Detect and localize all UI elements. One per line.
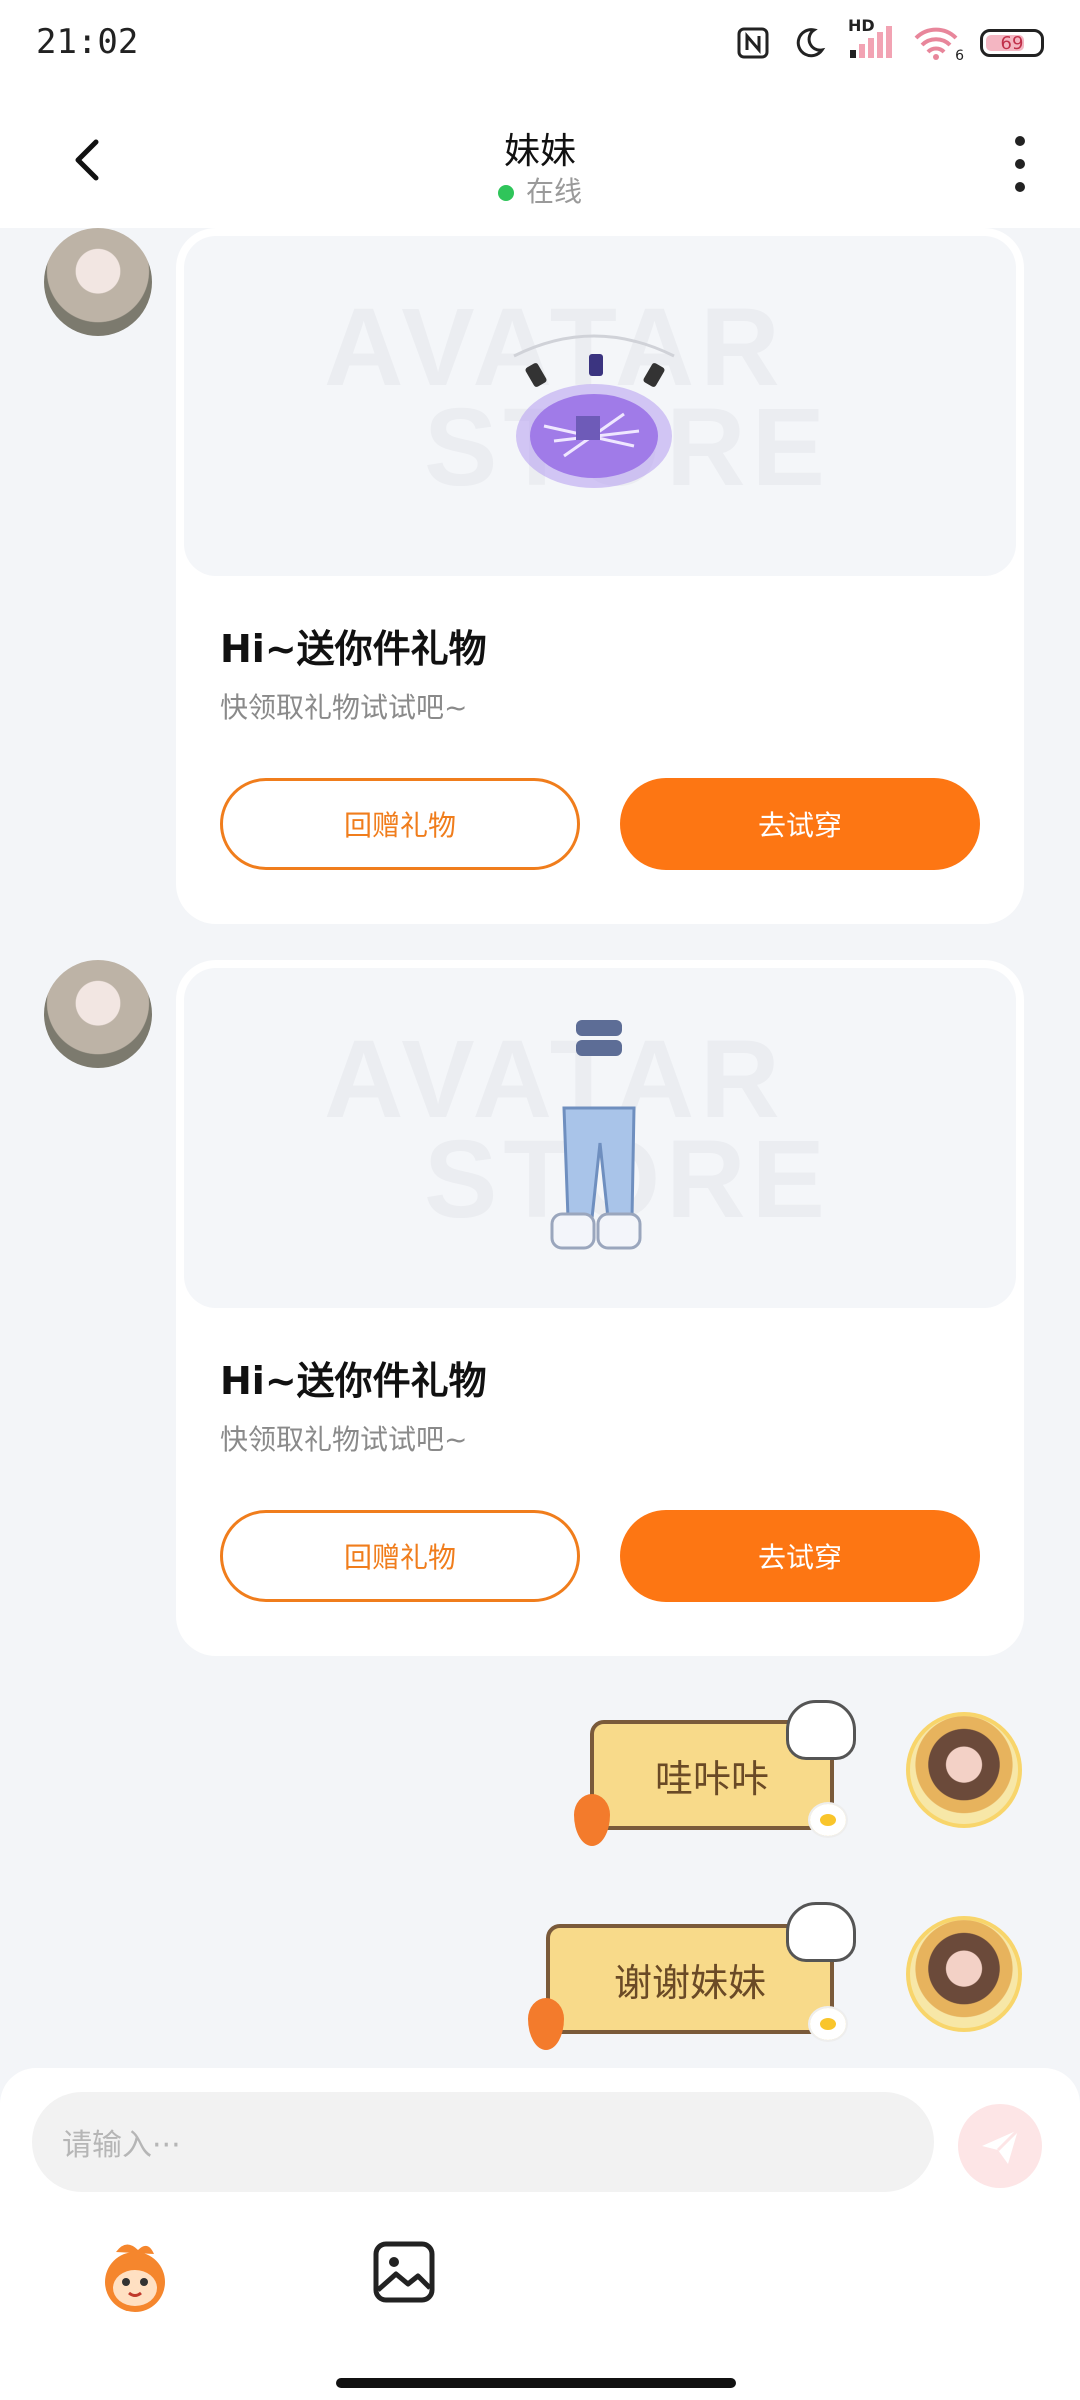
wifi-icon: 6 bbox=[914, 26, 964, 64]
moon-icon bbox=[792, 26, 826, 60]
contact-avatar[interactable] bbox=[44, 960, 152, 1068]
gift-preview[interactable]: AVATAR STORE bbox=[184, 236, 1016, 576]
network-label: HD bbox=[848, 16, 875, 35]
composer-bar: 请输入··· bbox=[0, 2068, 1080, 2400]
nfc-icon bbox=[736, 26, 770, 60]
gift-title: Hi~送你件礼物 bbox=[220, 1359, 487, 1403]
battery-level: 69 bbox=[1000, 32, 1024, 54]
cat-sticker-icon bbox=[786, 1902, 856, 1962]
try-on-button[interactable]: 去试穿 bbox=[620, 1510, 980, 1602]
egg-sticker-icon bbox=[808, 1802, 848, 1838]
status-bar: 21:02 HD 6 69 bbox=[0, 0, 1080, 96]
carrot-sticker-icon bbox=[574, 1794, 610, 1846]
my-avatar[interactable] bbox=[906, 1712, 1022, 1828]
return-gift-button[interactable]: 回赠礼物 bbox=[220, 1510, 580, 1602]
gift-item-image bbox=[550, 1020, 642, 1250]
cat-sticker-icon bbox=[786, 1700, 856, 1760]
carrot-sticker-icon bbox=[528, 1998, 564, 2050]
gift-card[interactable]: AVATAR STORE Hi~送你件礼物 快领取礼物试试吧~ 回赠礼物 去试穿 bbox=[176, 228, 1024, 924]
contact-avatar[interactable] bbox=[44, 228, 152, 336]
online-status-label: 在线 bbox=[525, 175, 582, 208]
try-on-button[interactable]: 去试穿 bbox=[620, 778, 980, 870]
wifi-label: 6 bbox=[955, 48, 964, 64]
status-time: 21:02 bbox=[36, 22, 139, 62]
online-status: 在线 bbox=[0, 170, 1080, 210]
more-button[interactable] bbox=[1010, 136, 1030, 192]
status-icons: HD 6 69 bbox=[736, 16, 1044, 64]
send-button[interactable] bbox=[958, 2104, 1042, 2188]
emoji-sticker-icon bbox=[105, 2244, 165, 2312]
my-message-text: 谢谢妹妹 bbox=[613, 1960, 766, 2005]
gift-item-image bbox=[513, 334, 675, 488]
online-dot bbox=[497, 185, 514, 201]
my-avatar[interactable] bbox=[906, 1916, 1022, 2032]
message-input[interactable]: 请输入··· bbox=[32, 2092, 934, 2192]
message-input-placeholder: 请输入··· bbox=[62, 2128, 181, 2163]
egg-sticker-icon bbox=[808, 2006, 848, 2042]
gift-preview[interactable]: AVATAR STORE bbox=[184, 968, 1016, 1308]
gift-title: Hi~送你件礼物 bbox=[220, 627, 487, 671]
return-gift-button[interactable]: 回赠礼物 bbox=[220, 778, 580, 870]
my-message-text: 哇咔咔 bbox=[654, 1756, 769, 1801]
image-icon bbox=[373, 2241, 435, 2303]
home-indicator[interactable] bbox=[336, 2378, 736, 2388]
gift-subtitle: 快领取礼物试试吧~ bbox=[220, 691, 468, 724]
battery-icon: 69 bbox=[980, 29, 1044, 57]
contact-name: 妹妹 bbox=[503, 131, 576, 172]
chat-messages[interactable]: AVATAR STORE Hi~送你件礼物 快领取礼物试试吧~ 回赠礼物 去试穿… bbox=[0, 228, 1080, 2068]
image-button[interactable] bbox=[372, 2240, 436, 2304]
gift-card[interactable]: AVATAR STORE Hi~送你件礼物 快领取礼物试试吧~ 回赠礼物 去试穿 bbox=[176, 960, 1024, 1656]
gift-subtitle: 快领取礼物试试吧~ bbox=[220, 1423, 468, 1456]
chat-header: 妹妹 在线 bbox=[0, 96, 1080, 228]
emoji-sticker-button[interactable] bbox=[96, 2238, 174, 2316]
signal-icon: HD bbox=[848, 16, 892, 60]
more-icon bbox=[1015, 136, 1025, 146]
send-icon bbox=[982, 2128, 1020, 2164]
